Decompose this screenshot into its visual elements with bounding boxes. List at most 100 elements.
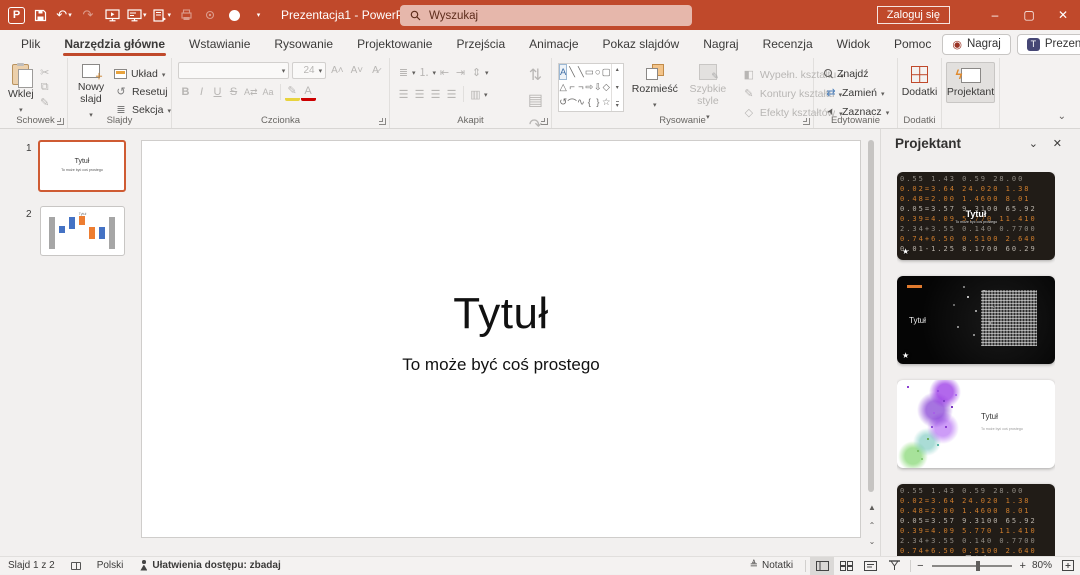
design-idea-1[interactable]: 0.55 1.43 0.59 28.000.02=3.64 24.020 1.3… <box>897 172 1055 260</box>
tab-nagraj[interactable]: Nagraj <box>692 32 749 56</box>
shape-icon[interactable]: ⇨ <box>585 80 594 94</box>
designer-button[interactable]: Projektant <box>946 62 995 103</box>
vertical-scrollbar[interactable]: ▲ ⌃ ⌄ <box>866 129 876 556</box>
paste-button[interactable]: Wklej <box>4 60 38 115</box>
zoom-slider[interactable] <box>932 565 1012 567</box>
highlight-color-icon[interactable]: ✎ <box>285 83 300 101</box>
zoom-level[interactable]: 80% <box>1028 557 1056 575</box>
tab-rysowanie[interactable]: Rysowanie <box>263 32 344 56</box>
normal-view-button[interactable] <box>810 557 834 575</box>
undo-icon[interactable]: ↶▾ <box>55 5 73 25</box>
reset-button[interactable]: ↺ Resetuj <box>114 83 171 100</box>
numbering-icon[interactable]: ⒈ <box>417 63 432 81</box>
scrollbar-thumb[interactable] <box>868 140 874 492</box>
zoom-slider-thumb[interactable] <box>976 561 980 571</box>
align-right-icon[interactable]: ☰ <box>428 87 443 102</box>
search-input[interactable]: Wyszukaj <box>400 5 692 26</box>
shape-icon[interactable]: ⇩ <box>594 80 602 94</box>
columns-icon[interactable]: ▥ <box>468 87 483 102</box>
strikethrough-icon[interactable]: S <box>226 85 241 99</box>
slide-thumbnail-1[interactable]: Tytuł To może być coś prostego <box>38 140 126 192</box>
accessibility-button[interactable]: Ułatwienia dostępu: zbadaj <box>131 557 288 575</box>
align-text-icon[interactable]: ▤ <box>526 89 545 111</box>
shape-icon[interactable]: ◇ <box>602 80 611 94</box>
slideshow-icon[interactable]: ▾ <box>127 5 147 25</box>
shape-icon[interactable]: ¬ <box>577 80 585 94</box>
shape-icon[interactable]: { <box>585 94 594 111</box>
text-box-shape-icon[interactable]: A <box>559 64 567 80</box>
slide-subtitle-text[interactable]: To może być coś prostego <box>142 355 860 375</box>
find-button[interactable]: Znajdź <box>824 65 897 82</box>
slideshow-view-button[interactable] <box>882 557 906 575</box>
shrink-font-icon[interactable]: A˅ <box>349 64 365 77</box>
quick-styles-button[interactable]: Szybkie style <box>686 60 730 122</box>
justify-icon[interactable]: ☰ <box>444 87 459 102</box>
font-size-select[interactable]: 24 <box>292 62 326 79</box>
increase-indent-icon[interactable]: ⇥ <box>453 65 468 80</box>
shape-icon[interactable]: ⌒ <box>567 94 577 111</box>
redo-icon[interactable]: ↷ <box>79 5 97 25</box>
present-in-teams-button[interactable]: T Prezentuj w aplikacji Teams <box>1017 34 1080 55</box>
new-slide-button[interactable]: Nowy slajd <box>68 60 114 120</box>
slide-thumbnail-2[interactable]: Tytuł <box>40 206 125 256</box>
record-button[interactable]: ◉ Nagraj <box>942 34 1011 55</box>
shape-icon[interactable]: ↺ <box>559 94 567 111</box>
tab-animacje[interactable]: Animacje <box>518 32 589 56</box>
character-spacing-icon[interactable]: A⇄ <box>242 86 260 99</box>
shape-icon[interactable]: ╲ <box>567 64 577 80</box>
tab-projektowanie[interactable]: Projektowanie <box>346 32 443 56</box>
designer-collapse-icon[interactable]: ⌄ <box>1029 137 1038 150</box>
shape-icon[interactable]: ○ <box>594 64 602 80</box>
align-center-icon[interactable]: ☰ <box>412 87 427 102</box>
bold-icon[interactable]: B <box>178 85 193 99</box>
shape-icon[interactable]: △ <box>559 80 567 94</box>
slide-sorter-view-button[interactable] <box>834 557 858 575</box>
notes-button[interactable]: ≜ Notatki <box>742 557 802 575</box>
underline-icon[interactable]: U <box>210 85 225 99</box>
font-name-select[interactable] <box>178 62 289 79</box>
presence-toggle-icon[interactable] <box>225 5 243 25</box>
arrange-button[interactable]: Rozmieść <box>628 60 682 122</box>
next-slide-icon[interactable]: ⌄ <box>866 537 878 546</box>
slide-title-text[interactable]: Tytuł <box>142 289 860 339</box>
customize-quick-access-icon[interactable]: ▾ <box>249 5 267 25</box>
language-button[interactable]: Polski <box>89 557 132 575</box>
bullets-icon[interactable]: ≣ <box>396 65 411 80</box>
design-idea-3[interactable]: Tytuł To może być coś prostego <box>897 380 1055 468</box>
align-left-icon[interactable]: ☰ <box>396 87 411 102</box>
font-color-icon[interactable]: A <box>301 84 316 101</box>
clear-formatting-icon[interactable]: A̷ <box>368 64 383 77</box>
shape-icon[interactable]: } <box>594 94 602 111</box>
sign-in-button[interactable]: Zaloguj się <box>877 6 950 24</box>
change-case-icon[interactable]: Aa <box>261 86 276 98</box>
zoom-out-button[interactable]: − <box>915 560 925 572</box>
tab-pomoc[interactable]: Pomoc <box>883 32 942 56</box>
font-dialog-launcher[interactable] <box>379 118 386 125</box>
grow-font-icon[interactable]: A˄ <box>329 64 345 77</box>
powerpoint-logo-icon[interactable]: P <box>8 7 25 24</box>
save-icon[interactable] <box>31 5 49 25</box>
paragraph-dialog-launcher[interactable] <box>541 118 548 125</box>
shape-icon[interactable]: ∿ <box>577 94 585 111</box>
shape-icon[interactable]: ▭ <box>585 64 594 80</box>
replace-button[interactable]: ⇄ Zamień <box>824 84 897 101</box>
tab-widok[interactable]: Widok <box>826 32 881 56</box>
minimize-button[interactable]: – <box>978 0 1012 30</box>
shape-icon[interactable]: ╲ <box>577 64 585 80</box>
design-idea-2[interactable]: Tytuł ★ <box>897 276 1055 364</box>
close-button[interactable]: ✕ <box>1046 0 1080 30</box>
spellcheck-button[interactable] <box>63 557 89 575</box>
tab-recenzja[interactable]: Recenzja <box>752 32 824 56</box>
tab-pokaz-slajdów[interactable]: Pokaz slajdów <box>592 32 691 56</box>
slideshow-from-start-icon[interactable] <box>103 5 121 25</box>
tab-narzędzia-główne[interactable]: Narzędzia główne <box>53 32 176 56</box>
tab-przejścia[interactable]: Przejścia <box>445 32 516 56</box>
line-spacing-icon[interactable]: ⇕ <box>469 65 484 80</box>
shape-icon[interactable]: ⌐ <box>567 80 577 94</box>
shape-icon[interactable]: ▢ <box>602 64 611 80</box>
maximize-button[interactable]: ▢ <box>1012 0 1046 30</box>
collapse-ribbon-icon[interactable]: ⌄ <box>1058 111 1066 122</box>
present-options-icon[interactable]: ▾ <box>153 5 172 25</box>
decrease-indent-icon[interactable]: ⇤ <box>437 65 452 80</box>
tab-plik[interactable]: Plik <box>10 32 51 56</box>
